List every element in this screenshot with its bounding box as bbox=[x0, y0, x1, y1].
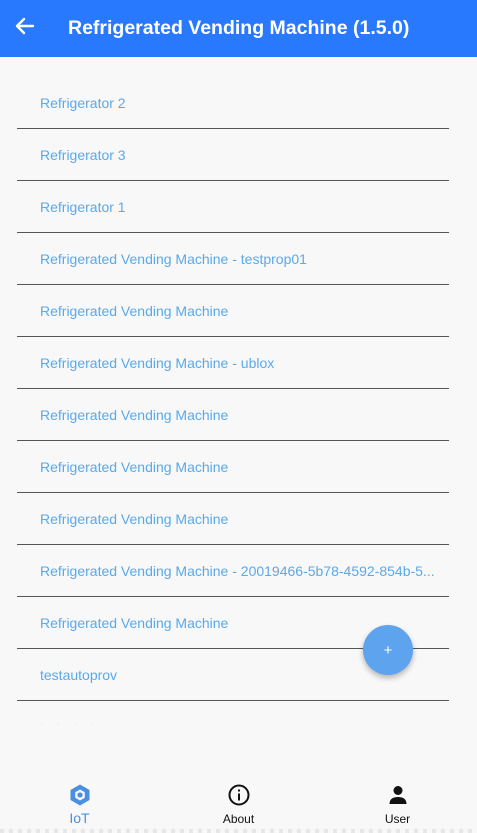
arrow-left-icon bbox=[15, 16, 35, 41]
nav-item-iot[interactable]: IoT bbox=[0, 769, 159, 833]
list-item-label: Refrigerated Vending Machine bbox=[40, 406, 229, 423]
list-item-label: Refrigerator 1 bbox=[40, 198, 126, 215]
list-item[interactable]: Refrigerator 2 bbox=[17, 77, 449, 129]
nav-item-about[interactable]: About bbox=[159, 769, 318, 833]
list-item-label: Refrigerated Vending Machine - testprop0… bbox=[40, 250, 307, 267]
add-device-button[interactable]: + bbox=[363, 625, 413, 675]
list-item-partial[interactable]: · · · · bbox=[17, 701, 449, 753]
list-item[interactable]: Refrigerated Vending Machine - ublox bbox=[17, 337, 449, 389]
list-item[interactable]: Refrigerated Vending Machine bbox=[17, 493, 449, 545]
page-title: Refrigerated Vending Machine (1.5.0) bbox=[68, 17, 410, 39]
list-item[interactable]: Refrigerated Vending Machine - testprop0… bbox=[17, 233, 449, 285]
list-item[interactable]: Refrigerated Vending Machine - 20019466-… bbox=[17, 545, 449, 597]
app-bar: Refrigerated Vending Machine (1.5.0) bbox=[0, 0, 477, 57]
list-item[interactable]: Refrigerated Vending Machine bbox=[17, 389, 449, 441]
nav-label-user: User bbox=[384, 812, 411, 826]
info-icon bbox=[227, 783, 251, 807]
person-icon bbox=[386, 783, 410, 807]
plus-icon: + bbox=[383, 641, 393, 659]
hexagon-icon bbox=[68, 783, 92, 807]
list-item[interactable]: Refrigerator 3 bbox=[17, 129, 449, 181]
list-item-label: Refrigerator 2 bbox=[40, 94, 126, 111]
list-item-label: Refrigerated Vending Machine bbox=[40, 510, 229, 527]
nav-item-user[interactable]: User bbox=[318, 769, 477, 833]
list-item-label: Refrigerated Vending Machine - 20019466-… bbox=[40, 562, 435, 579]
nav-label-iot: IoT bbox=[69, 810, 90, 826]
list-item[interactable]: Refrigerated Vending Machine bbox=[17, 285, 449, 337]
list-item-label: Refrigerated Vending Machine bbox=[40, 614, 229, 631]
list-item-label: testautoprov bbox=[40, 666, 118, 683]
list-item-label: Refrigerated Vending Machine bbox=[40, 302, 229, 319]
nav-label-about: About bbox=[222, 812, 255, 826]
screen-bottom-edge bbox=[0, 829, 477, 833]
list-item-label: Refrigerated Vending Machine - ublox bbox=[40, 354, 275, 371]
list-item[interactable]: Refrigerated Vending Machine bbox=[17, 441, 449, 493]
back-button[interactable] bbox=[0, 0, 50, 57]
list-item-label: · · · · bbox=[40, 719, 100, 728]
list-item-label: Refrigerator 3 bbox=[40, 146, 126, 163]
bottom-navigation: IoT About User bbox=[0, 769, 477, 833]
list-item-label: Refrigerated Vending Machine bbox=[40, 458, 229, 475]
list-item[interactable]: Refrigerator 1 bbox=[17, 181, 449, 233]
